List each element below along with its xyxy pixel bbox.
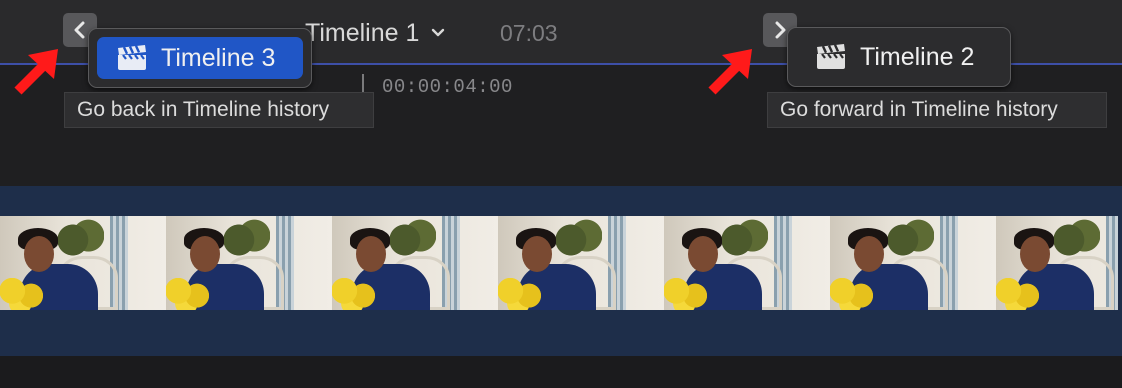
- timeline-title: Timeline 1: [305, 18, 420, 47]
- playhead-tick: [362, 74, 364, 92]
- chevron-left-icon: [74, 21, 85, 39]
- forward-tooltip: Go forward in Timeline history: [767, 92, 1107, 128]
- video-clip-filmstrip[interactable]: [0, 216, 1118, 310]
- clip-thumbnail-frame: [0, 216, 166, 310]
- clip-thumbnail-frame: [498, 216, 664, 310]
- ruler-timecode: 00:00:04:00: [382, 76, 513, 98]
- history-item-timeline-2[interactable]: Timeline 2: [796, 36, 1002, 78]
- clip-thumbnail-frame: [830, 216, 996, 310]
- clip-thumbnail-frame: [166, 216, 332, 310]
- clip-thumbnail-frame: [996, 216, 1118, 310]
- back-tooltip: Go back in Timeline history: [64, 92, 374, 128]
- clapperboard-icon: [118, 45, 146, 70]
- chevron-down-icon: [432, 28, 445, 37]
- chevron-right-icon: [775, 21, 786, 39]
- forward-history-menu: Timeline 2: [787, 27, 1011, 87]
- history-item-label: Timeline 2: [860, 42, 975, 71]
- back-history-menu: Timeline 3: [88, 28, 312, 88]
- timeline-lower-area: [0, 356, 1122, 388]
- clip-thumbnail-frame: [664, 216, 830, 310]
- annotation-arrow-forward: [708, 49, 752, 95]
- clapperboard-icon: [817, 44, 845, 69]
- history-item-timeline-3[interactable]: Timeline 3: [97, 37, 303, 79]
- timeline-title-menu[interactable]: Timeline 1: [305, 16, 445, 50]
- clip-thumbnail-frame: [332, 216, 498, 310]
- duration-timecode: 07:03: [500, 20, 558, 46]
- annotation-arrow-back: [14, 49, 58, 95]
- history-item-label: Timeline 3: [161, 43, 276, 72]
